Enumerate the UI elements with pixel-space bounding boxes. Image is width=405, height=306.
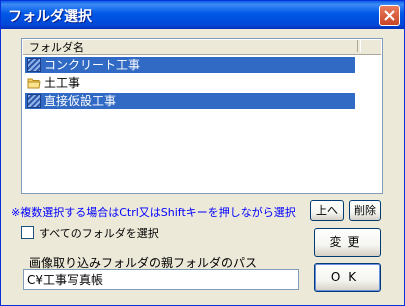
move-up-button[interactable]: 上へ xyxy=(310,200,344,221)
list-item-label: 土工事 xyxy=(44,76,81,90)
multi-select-note: ※複数選択する場合はCtrl又はShiftキーを押しながら選択 xyxy=(11,206,296,219)
column-header-label: フォルダ名 xyxy=(29,41,84,54)
folder-list[interactable]: フォルダ名 コンクリート工事 土工事 直接仮設工事 xyxy=(21,38,383,194)
list-item[interactable]: コンクリート工事 xyxy=(25,57,355,73)
close-icon xyxy=(384,10,395,21)
change-button[interactable]: 変更 xyxy=(314,228,381,257)
list-item-label: コンクリート工事 xyxy=(44,58,141,72)
column-divider[interactable] xyxy=(357,40,361,52)
delete-button[interactable]: 削除 xyxy=(349,200,381,221)
list-item-label: 直接仮設工事 xyxy=(44,94,117,108)
window-title: フォルダ選択 xyxy=(8,9,92,25)
folder-icon xyxy=(27,78,41,89)
hatched-folder-icon xyxy=(27,58,41,72)
parent-path-input[interactable] xyxy=(23,269,299,290)
column-header-folder-name[interactable]: フォルダ名 xyxy=(23,40,381,55)
hatched-folder-icon xyxy=(27,94,41,108)
select-all-checkbox[interactable] xyxy=(21,226,34,239)
list-item[interactable]: 直接仮設工事 xyxy=(25,93,355,109)
list-item[interactable]: 土工事 xyxy=(25,75,355,91)
folder-select-dialog: フォルダ選択 フォルダ名 コンクリート工事 土工事 直接仮設工事 ※複数選択する… xyxy=(0,0,405,306)
select-all-label[interactable]: すべてのフォルダを選択 xyxy=(39,225,159,241)
close-button[interactable] xyxy=(379,5,400,26)
title-bar[interactable]: フォルダ選択 xyxy=(1,1,404,29)
ok-button[interactable]: OK xyxy=(314,263,381,292)
